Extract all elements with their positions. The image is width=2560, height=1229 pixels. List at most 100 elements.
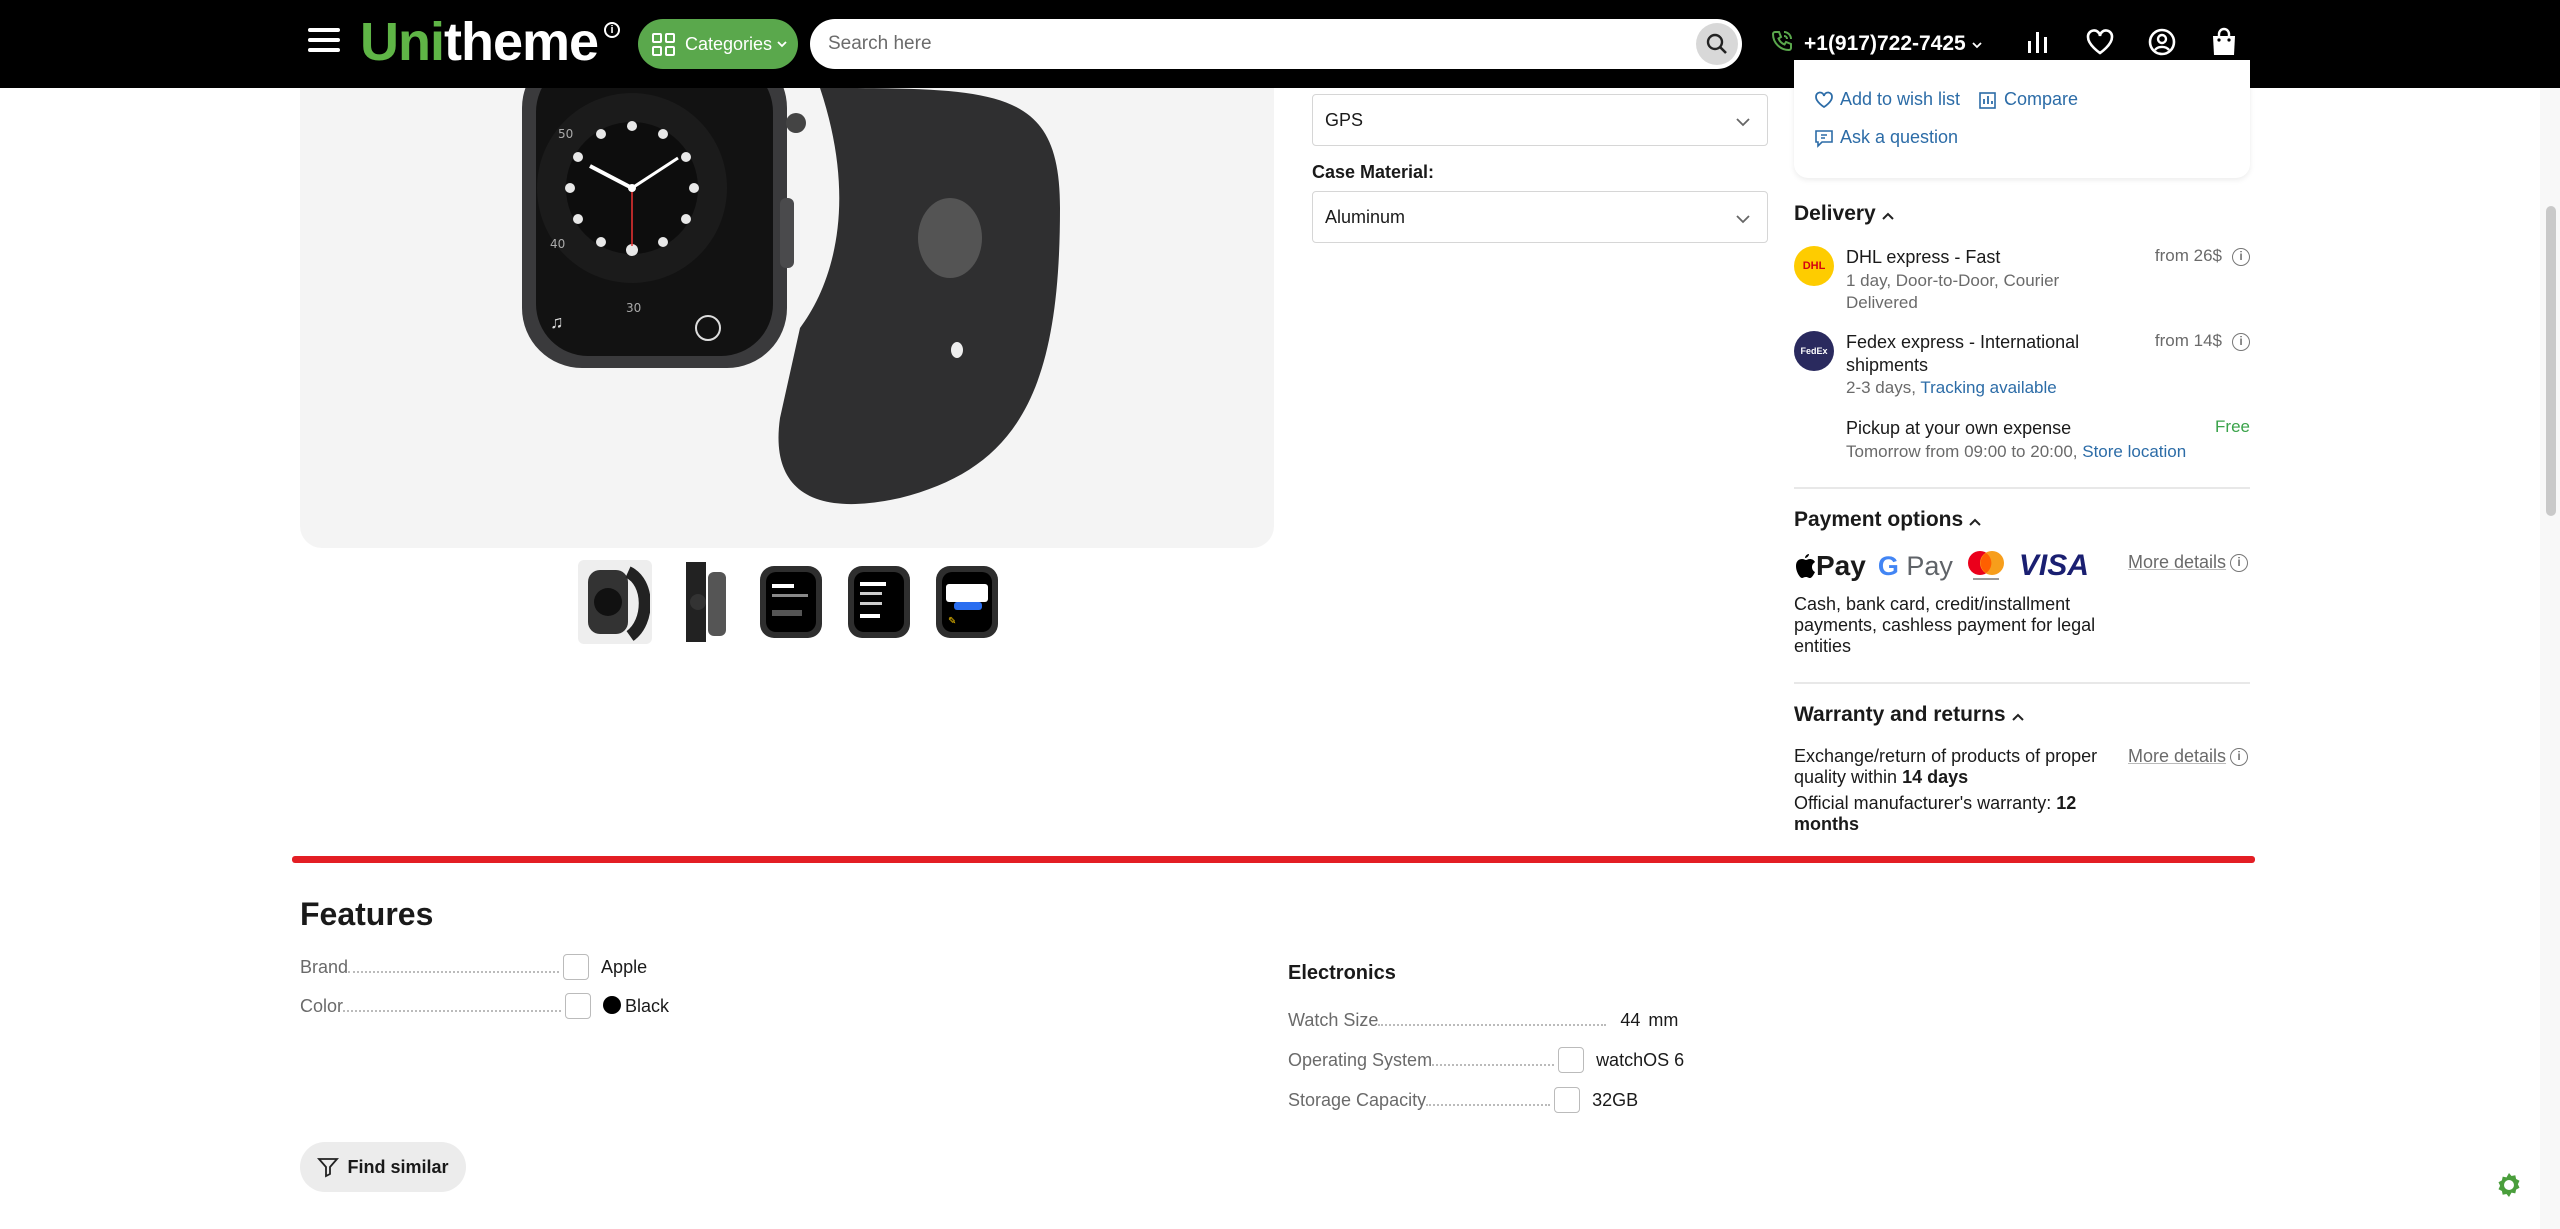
site-logo[interactable]: Unitheme i [360, 12, 621, 72]
dotted-leader [348, 971, 560, 973]
scrollbar-thumb[interactable] [2546, 206, 2556, 516]
feature-checkbox[interactable] [1554, 1087, 1581, 1113]
wishlist-label: Add to wish list [1840, 89, 1961, 109]
phone-icon [1770, 29, 1794, 59]
delivery-details: Tomorrow from 09:00 to 20:00, Store loca… [1846, 441, 2246, 463]
payment-title: Payment options [1794, 508, 1964, 531]
feature-value: 44 [1620, 1009, 1641, 1030]
feature-value: Apple [601, 956, 648, 977]
case-material-label: Case Material: [1312, 162, 1435, 182]
svg-text:40: 40 [550, 237, 565, 251]
grid-icon [652, 32, 675, 56]
delivery-price: from 26$ [2154, 246, 2222, 265]
delivery-toggle[interactable]: Delivery [1794, 202, 1894, 226]
phone-number: +1(917)722-7425 [1804, 32, 1966, 55]
logo-theme: theme [444, 12, 599, 72]
compare-label: Compare [2004, 89, 2079, 109]
delivery-name: DHL express - Fast [1846, 247, 2001, 267]
heart-icon[interactable] [2082, 24, 2118, 60]
search-button[interactable] [1696, 23, 1738, 65]
feature-checkbox[interactable] [563, 954, 590, 980]
feature-name: Storage Capacity [1288, 1089, 1427, 1110]
feature-checkbox[interactable] [1558, 1047, 1585, 1073]
dotted-leader [343, 1010, 562, 1012]
warranty-more-details-link[interactable]: More details [2128, 746, 2226, 767]
thumbnail[interactable]: ✎ [930, 560, 1004, 644]
mastercard-logo [1967, 551, 2004, 580]
payment-description: Cash, bank card, credit/installment paym… [1794, 594, 2096, 656]
warranty-return-text: Exchange/return of products of proper qu… [1794, 746, 2114, 788]
filter-icon [317, 1158, 340, 1178]
apple-pay-text: Pay [1816, 550, 1866, 581]
phone-dropdown[interactable]: +1(917)722-7425 [1770, 26, 1982, 62]
dhl-logo: DHL [1794, 246, 1834, 286]
apple-pay-logo: Pay [1794, 550, 1866, 582]
ask-question-label: Ask a question [1840, 127, 1959, 147]
feature-row-storage: Storage Capacity 32GB [1288, 1087, 1638, 1113]
scrollbar[interactable] [2540, 88, 2560, 1229]
case-material-select[interactable]: Aluminum [1312, 191, 1768, 243]
feature-name: Brand [300, 956, 349, 977]
payment-more-details-link[interactable]: More details [2128, 552, 2226, 573]
store-location-link[interactable]: Store location [2082, 442, 2186, 461]
delivery-details: 2-3 days, Tracking available [1846, 377, 2146, 399]
feature-value: 32GB [1592, 1089, 1639, 1110]
compare-icon [1979, 91, 1996, 109]
info-icon[interactable]: i [2232, 248, 2250, 266]
add-to-wishlist-link[interactable]: Add to wish list [1814, 89, 1960, 110]
chevron-down-icon [1735, 208, 1751, 229]
feature-group-title: Electronics [1288, 962, 1396, 984]
bag-icon[interactable] [2206, 24, 2242, 60]
pickup-hours: Tomorrow from 09:00 to 20:00, [1846, 442, 2078, 461]
dotted-leader [1378, 1024, 1607, 1026]
tracking-link[interactable]: Tracking available [1920, 378, 2056, 397]
delivery-price: Free [2215, 417, 2250, 436]
svg-text:♫: ♫ [550, 312, 564, 332]
fedex-logo: FedEx [1794, 331, 1834, 371]
menu-icon[interactable] [308, 28, 340, 56]
delivery-title: Delivery [1794, 202, 1876, 225]
delivery-name: Pickup at your own expense [1846, 418, 2072, 438]
info-icon[interactable]: i [2230, 748, 2248, 766]
find-similar-button[interactable]: Find similar [300, 1142, 466, 1192]
thumbnail-strip: ✎ [578, 560, 1004, 644]
feature-row-os: Operating System watchOS 6 [1288, 1047, 1684, 1073]
feature-name: Watch Size [1288, 1009, 1379, 1030]
categories-button[interactable]: Categories [638, 19, 798, 69]
compare-link[interactable]: Compare [1978, 89, 2078, 110]
logo-uni: Uni [360, 12, 445, 72]
payment-logos: Pay G Pay VISA [1794, 548, 2089, 584]
info-icon[interactable]: i [2232, 333, 2250, 351]
feature-row-brand: Brand Apple [300, 954, 647, 980]
product-main-image[interactable]: 50 40 30 ♫ [300, 88, 1274, 548]
visa-logo: VISA [2018, 549, 2089, 582]
search-input[interactable] [828, 19, 1648, 69]
feature-checkbox[interactable] [565, 993, 592, 1019]
product-actions-card: Add to wish list Compare Ask a question [1794, 60, 2250, 178]
info-icon[interactable]: i [2230, 554, 2248, 572]
user-icon[interactable] [2144, 24, 2180, 60]
feature-value: watchOS 6 [1596, 1049, 1685, 1070]
chevron-up-icon [1882, 202, 1894, 226]
delivery-price: from 14$ [2154, 331, 2222, 350]
thumbnail[interactable] [578, 560, 652, 644]
feature-row-watch-size: Watch Size 44 mm [1288, 1007, 1678, 1033]
chevron-up-icon [2011, 703, 2024, 727]
divider [1794, 682, 2250, 684]
payment-options-toggle[interactable]: Payment options [1794, 508, 1981, 532]
svg-text:✎: ✎ [948, 616, 956, 627]
compare-chart-icon[interactable] [2020, 24, 2056, 60]
info-icon[interactable]: i [604, 22, 621, 38]
case-material-value: Aluminum [1325, 206, 1406, 227]
color-name: Black [625, 995, 670, 1016]
warranty-toggle[interactable]: Warranty and returns [1794, 703, 2024, 727]
feature-name: Color [300, 995, 344, 1016]
feature-name: Operating System [1288, 1049, 1433, 1070]
heart-icon [1815, 91, 1833, 108]
thumbnail[interactable] [842, 560, 916, 644]
thumbnail[interactable] [666, 560, 740, 644]
ask-question-link[interactable]: Ask a question [1814, 127, 1958, 148]
thumbnail[interactable] [754, 560, 828, 644]
gear-icon[interactable] [2494, 1170, 2524, 1200]
connectivity-select[interactable]: GPS [1312, 94, 1768, 146]
